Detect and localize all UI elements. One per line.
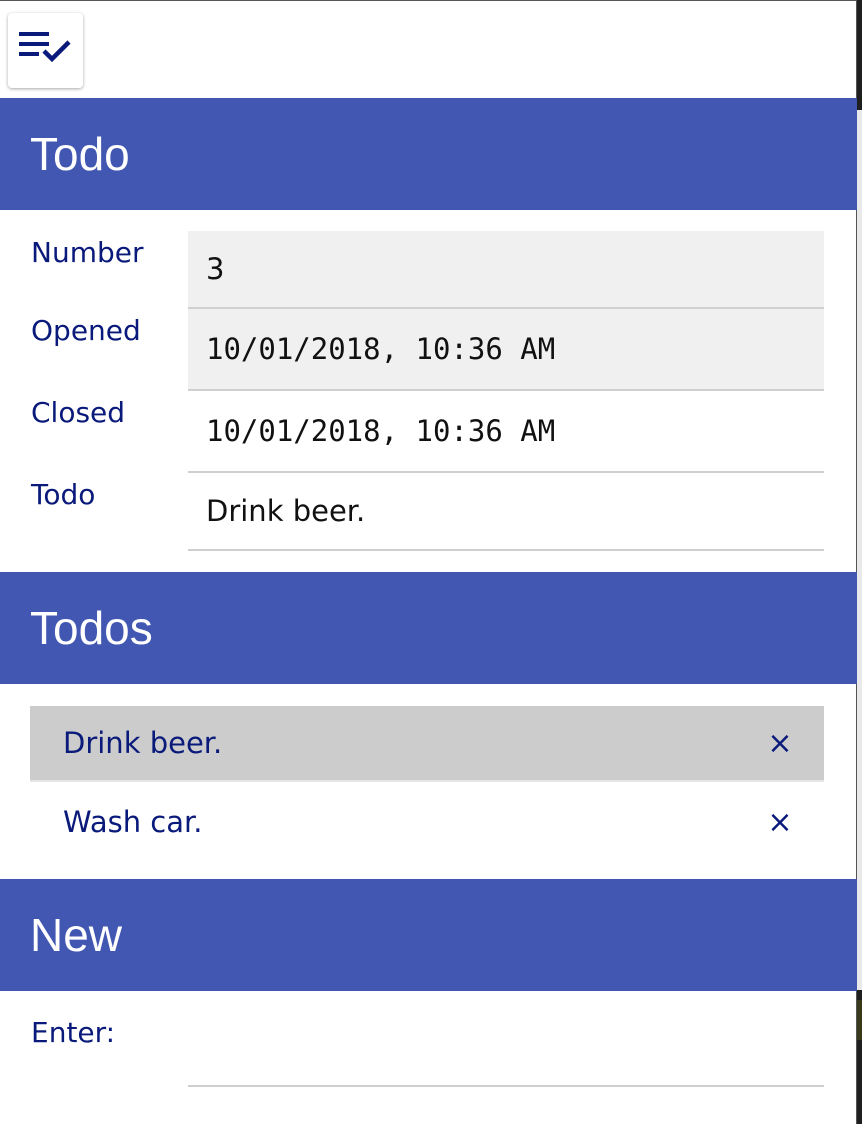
list-item[interactable]: Drink beer. × <box>30 706 824 782</box>
list-item-label: Drink beer. <box>63 726 223 760</box>
opened-field: 10/01/2018, 10:36 AM <box>188 309 824 391</box>
closed-label: Closed <box>31 396 126 429</box>
app-frame: Todo Number 3 Opened 10/01/2018, 10:36 A… <box>0 0 857 1124</box>
todos-section-header: Todos <box>0 572 857 684</box>
number-label: Number <box>31 236 144 269</box>
playlist-check-icon <box>17 29 75 73</box>
window-edge <box>857 0 862 1124</box>
opened-label: Opened <box>31 314 141 347</box>
number-field: 3 <box>188 231 824 309</box>
list-item[interactable]: Wash car. × <box>30 784 824 860</box>
closed-field[interactable]: 10/01/2018, 10:36 AM <box>188 391 824 473</box>
close-icon[interactable]: × <box>760 726 800 761</box>
todo-section-header: Todo <box>0 98 857 210</box>
list-item-label: Wash car. <box>63 805 203 839</box>
todo-field[interactable]: Drink beer. <box>188 473 824 551</box>
enter-label: Enter: <box>31 1016 116 1049</box>
new-section-header: New <box>0 879 857 991</box>
todo-label: Todo <box>31 478 96 511</box>
menu-button[interactable] <box>8 13 83 88</box>
close-icon[interactable]: × <box>760 805 800 840</box>
new-todo-input[interactable] <box>188 1011 824 1087</box>
